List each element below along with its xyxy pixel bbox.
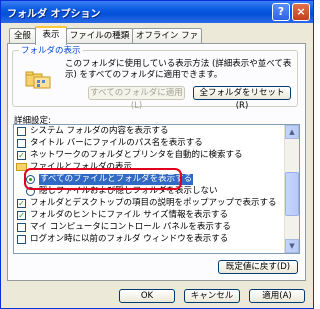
folder-view-group-label: フォルダの表示	[19, 44, 83, 56]
help-button[interactable]: ?	[272, 3, 290, 21]
list-item-label: ネットワークのフォルダとプリンタを自動的に検索する	[30, 150, 243, 160]
checkbox-unchecked[interactable]	[17, 127, 26, 136]
window-title: フォルダ オプション	[7, 9, 101, 20]
folder-view-description: このフォルダに使用している表示方法 (詳細表示や並べて表示) をすべてのフォルダ…	[65, 59, 292, 80]
restore-defaults-button[interactable]: 既定値に戻す(D)	[218, 260, 298, 274]
ok-button[interactable]: OK	[119, 289, 175, 303]
list-item-label: システム フォルダの内容を表示する	[30, 126, 169, 136]
list-item[interactable]: ✓ フォルダとデスクトップの項目の説明をポップアップで表示する	[14, 198, 284, 209]
apply-to-all-folders-button[interactable]: すべてのフォルダに適用(L)	[88, 86, 185, 111]
folder-view-group: フォルダの表示 このフォルダに使用している表示方法 (詳細表示や並べて表示) を…	[12, 44, 298, 111]
reset-all-folders-button[interactable]: 全フォルダをリセット(R)	[193, 86, 291, 111]
list-item[interactable]: ✓ ネットワークのフォルダとプリンタを自動的に検索する	[14, 150, 284, 161]
list-item[interactable]: タイトル バーにファイルのパス名を表示する	[14, 138, 284, 149]
title-bar[interactable]: フォルダ オプション ? ×	[1, 1, 313, 23]
list-item[interactable]: システム フォルダの内容を表示する	[14, 126, 284, 137]
checkbox-checked[interactable]: ✓	[17, 199, 26, 208]
list-item-label: フォルダとデスクトップの項目の説明をポップアップで表示する	[30, 198, 277, 208]
list-item[interactable]: ログオン時に以前のフォルダ ウィンドウを表示する	[14, 234, 284, 245]
list-item-label: ログオン時に以前のフォルダ ウィンドウを表示する	[30, 234, 229, 244]
checkbox-checked[interactable]: ✓	[17, 211, 26, 220]
cancel-button[interactable]: キャンセル	[184, 289, 240, 303]
checkbox-unchecked[interactable]	[17, 235, 26, 244]
list-item[interactable]: ✓ フォルダのヒントにファイル サイズ情報を表示する	[14, 210, 284, 221]
list-item-label: マイ コンピュータにコントロール パネルを表示する	[30, 222, 231, 232]
vertical-scrollbar[interactable]: ▲ ▼	[284, 125, 299, 253]
view-tab-panel: フォルダの表示 このフォルダに使用している表示方法 (詳細表示や並べて表示) を…	[7, 43, 306, 281]
advanced-settings-list[interactable]: システム フォルダの内容を表示する タイトル バーにファイルのパス名を表示する …	[13, 124, 300, 254]
checkbox-checked[interactable]: ✓	[17, 151, 26, 160]
checkbox-unchecked[interactable]	[17, 223, 26, 232]
tab-general[interactable]: 全般	[9, 28, 36, 43]
list-item-label: フォルダのヒントにファイル サイズ情報を表示する	[30, 210, 228, 220]
folder-options-dialog: フォルダ オプション ? × 全般 表示 ファイルの種類 オフライン ファイル …	[0, 0, 314, 309]
list-item-label: タイトル バーにファイルのパス名を表示する	[30, 138, 203, 148]
list-item[interactable]: マイ コンピュータにコントロール パネルを表示する	[14, 222, 284, 233]
folder-views-icon	[25, 71, 51, 89]
tab-offline-files[interactable]: オフライン ファイル	[132, 28, 202, 55]
scroll-thumb[interactable]	[285, 172, 299, 216]
apply-button[interactable]: 適用(A)	[249, 289, 305, 303]
tab-file-types[interactable]: ファイルの種類	[66, 28, 133, 43]
scroll-down-arrow-icon[interactable]: ▼	[285, 239, 299, 253]
tab-view[interactable]: 表示	[35, 26, 67, 45]
highlight-ring	[24, 168, 182, 190]
scroll-up-arrow-icon[interactable]: ▲	[285, 125, 299, 139]
close-button[interactable]: ×	[292, 3, 310, 21]
checkbox-unchecked[interactable]	[17, 139, 26, 148]
